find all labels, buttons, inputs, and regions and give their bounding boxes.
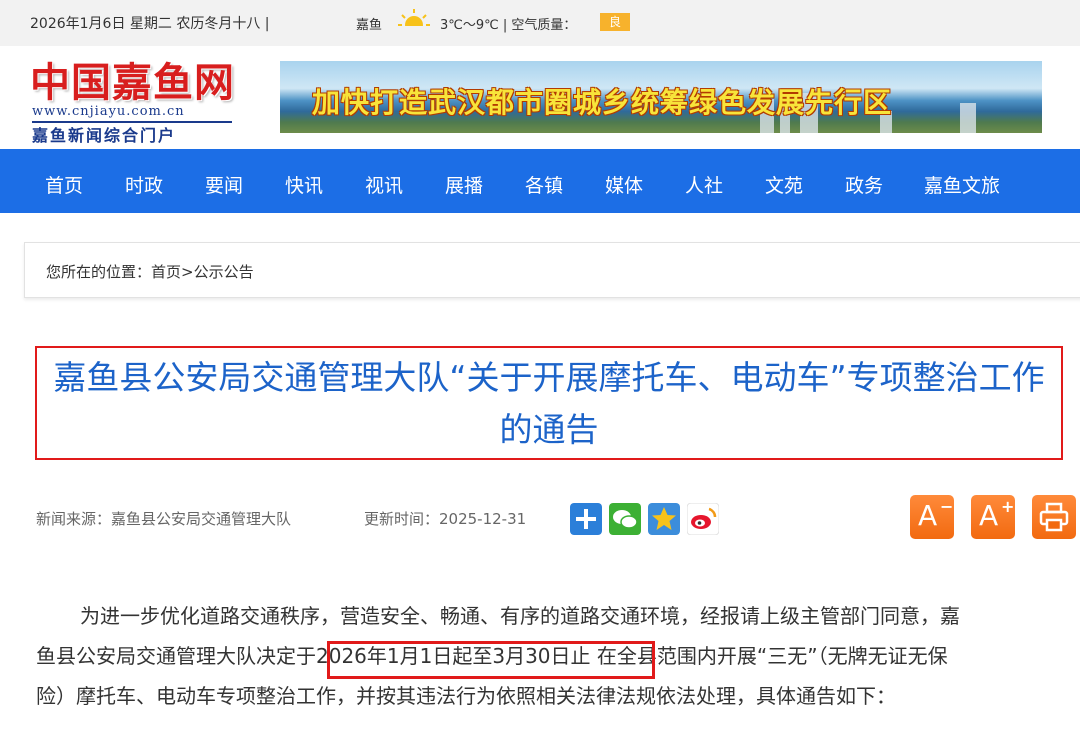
body-line-1: 为进一步优化道路交通秩序，营造安全、畅通、有序的道路交通环境，经报请上级主管部门…	[80, 604, 960, 628]
font-smaller-label: A	[918, 499, 938, 532]
article-title: 嘉鱼县公安局交通管理大队“关于开展摩托车、电动车”专项整治工作的通告	[53, 358, 1045, 449]
nav-item-tourism[interactable]: 嘉鱼文旅	[924, 171, 1000, 198]
nav-item-showcase[interactable]: 展播	[445, 171, 483, 198]
qzone-star-icon[interactable]	[648, 503, 680, 535]
article-source: 新闻来源：嘉鱼县公安局交通管理大队	[36, 510, 292, 528]
logo-tagline: 嘉鱼新闻综合门户	[32, 126, 177, 145]
wechat-icon[interactable]	[609, 503, 641, 535]
nav-item-video[interactable]: 视讯	[365, 171, 403, 198]
nav-item-home[interactable]: 首页	[45, 171, 83, 198]
font-larger-button[interactable]: A +	[971, 495, 1015, 539]
city-name: 嘉鱼	[356, 18, 383, 33]
date-text: 2026年1月6日 星期二 农历冬月十八 |	[30, 16, 270, 32]
print-button[interactable]	[1032, 495, 1076, 539]
body-line-3: 险）摩托车、电动车专项整治工作，并按其违法行为依照相关法律法规依法处理，具体通告…	[36, 684, 896, 708]
article-updated: 更新时间：2025-12-31	[364, 510, 527, 528]
top-info-bar: 2026年1月6日 星期二 农历冬月十八 | 嘉鱼 3℃～9℃ | 空气质量： …	[0, 0, 1080, 46]
title-highlight-box: 嘉鱼县公安局交通管理大队“关于开展摩托车、电动车”专项整治工作的通告	[35, 346, 1063, 460]
banner-slogan: 加快打造武汉都市圈城乡统筹绿色发展先行区	[312, 86, 893, 119]
font-larger-label: A	[979, 499, 999, 532]
header-banner[interactable]: 加快打造武汉都市圈城乡统筹绿色发展先行区	[280, 61, 1042, 133]
sun-icon	[396, 9, 432, 35]
nav-item-towns[interactable]: 各镇	[525, 171, 563, 198]
breadcrumb-text[interactable]: 您所在的位置：首页>公示公告	[46, 261, 254, 282]
air-quality-badge: 良	[600, 13, 630, 31]
site-logo[interactable]: 中国嘉鱼网 www.cnjiayu.com.cn 嘉鱼新闻综合门户	[30, 50, 250, 145]
nav-item-government[interactable]: 政务	[845, 171, 883, 198]
date-highlight-box	[327, 641, 655, 679]
weibo-icon[interactable]	[687, 503, 719, 535]
logo-url: www.cnjiayu.com.cn	[32, 104, 185, 119]
nav-item-flash[interactable]: 快讯	[285, 171, 323, 198]
add-share-icon[interactable]	[570, 503, 602, 535]
minus-icon: −	[940, 497, 954, 516]
nav-item-headlines[interactable]: 要闻	[205, 171, 243, 198]
nav-item-literature[interactable]: 文苑	[765, 171, 803, 198]
print-icon	[1039, 502, 1069, 532]
nav-item-media[interactable]: 媒体	[605, 171, 643, 198]
breadcrumb: 您所在的位置：首页>公示公告	[24, 242, 1080, 298]
main-nav: 首页 时政 要闻 快讯 视讯 展播 各镇 媒体 人社 文苑 政务 嘉鱼文旅	[0, 149, 1080, 213]
logo-name: 中国嘉鱼网	[30, 59, 235, 106]
font-smaller-button[interactable]: A −	[910, 495, 954, 539]
plus-icon: +	[1001, 497, 1015, 516]
nav-item-hr[interactable]: 人社	[685, 171, 723, 198]
temperature-text: 3℃～9℃ | 空气质量：	[440, 18, 577, 33]
nav-item-politics[interactable]: 时政	[125, 171, 163, 198]
